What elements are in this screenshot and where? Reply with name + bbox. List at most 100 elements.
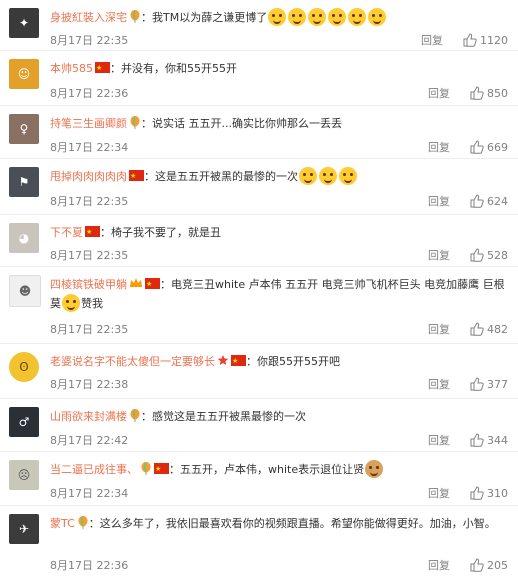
reply-button[interactable]: 回复 — [428, 193, 450, 209]
doge-emoji-icon — [365, 460, 384, 478]
cat-face-emoji-icon — [328, 8, 347, 26]
thumbs-up-icon — [470, 322, 484, 336]
username-link[interactable]: 甩掉肉肉肉肉肉 — [50, 170, 127, 183]
like-button[interactable]: 344 — [470, 433, 508, 447]
thumbs-up-icon — [470, 140, 484, 154]
username-link[interactable]: 四棱镔铁破甲躺 — [50, 278, 127, 291]
china-flag-icon — [95, 59, 110, 78]
comment-line: 持笔三生画卿颜 ：说实话 五五开...确实比你帅那么一丢丢 — [50, 114, 510, 133]
avatar[interactable]: ✦ — [9, 8, 39, 38]
reply-button[interactable]: 回复 — [428, 139, 450, 155]
like-count: 528 — [487, 248, 508, 262]
comment-actions: 回复 624 — [428, 193, 508, 209]
comment-item: ♂ 山雨欲来封满楼 ：感觉这是五五开被黑最惨的一次 8月17日 22:42 回复 … — [0, 398, 518, 450]
timestamp: 8月17日 22:35 — [50, 249, 129, 262]
like-count: 205 — [487, 558, 508, 572]
like-button[interactable]: 482 — [470, 322, 508, 336]
comment-item: ◕ 下不夏 ：椅子我不要了，就是丑 8月17日 22:35 回复 528 — [0, 214, 518, 265]
comment-actions: 回复 310 — [428, 485, 508, 501]
comment-line: 下不夏 ：椅子我不要了，就是丑 — [50, 223, 510, 242]
username-link[interactable]: 老婆说名字不能太傻但一定要够长 — [50, 355, 215, 368]
timestamp: 8月17日 22:35 — [50, 195, 129, 208]
cat-face-emoji-icon — [348, 8, 367, 26]
china-flag-icon — [85, 223, 100, 242]
reply-button[interactable]: 回复 — [421, 32, 443, 48]
cat-face-emoji-icon — [288, 8, 307, 26]
like-count: 850 — [487, 86, 508, 100]
comment-line: 本帅585 ：并没有，你和55开55开 — [50, 59, 510, 78]
like-count: 1120 — [480, 33, 508, 47]
comment-item: ☻ 四棱镔铁破甲躺：电竞三丑white 卢本伟 五五开 电竞三帅飞机杯巨头 电竞… — [0, 266, 518, 342]
avatar[interactable]: ☻ — [9, 275, 41, 307]
reply-button[interactable]: 回复 — [428, 247, 450, 263]
comment-text: ：五五开，卢本伟，white表示退位让贤 — [169, 463, 365, 476]
comment-line: 身披紅裝入深宅 ：我TM以为薛之谦更博了 — [50, 8, 510, 27]
reply-button[interactable]: 回复 — [428, 321, 450, 337]
comment-text: ：椅子我不要了，就是丑 — [100, 226, 221, 239]
comment-text: ：这么多年了，我依旧最喜欢看你的视频跟直播。希望你能做得更好。加油，小智。 — [88, 517, 496, 530]
timestamp: 8月17日 22:42 — [50, 434, 129, 447]
avatar[interactable]: ⚑ — [9, 167, 39, 197]
comment-text: ：这是五五开被黑的最惨的一次 — [144, 170, 298, 183]
comment-actions: 回复 528 — [428, 247, 508, 263]
comment-text: ：感觉这是五五开被黑最惨的一次 — [141, 410, 306, 423]
like-button[interactable]: 528 — [470, 248, 508, 262]
comment-line: 甩掉肉肉肉肉肉 ：这是五五开被黑的最惨的一次 — [50, 167, 510, 186]
reply-button[interactable]: 回复 — [428, 557, 450, 573]
like-count: 482 — [487, 322, 508, 336]
comment-text-continued: 赞我 — [81, 297, 103, 310]
comment-item: ☺ 本帅585 ：并没有，你和55开55开 8月17日 22:36 回复 850 — [0, 50, 518, 104]
avatar[interactable]: ✈ — [9, 514, 39, 544]
reply-button[interactable]: 回复 — [428, 485, 450, 501]
thumbs-up-icon — [463, 33, 477, 47]
like-button[interactable]: 310 — [470, 486, 508, 500]
like-button[interactable]: 205 — [470, 558, 508, 572]
like-button[interactable]: 1120 — [463, 33, 508, 47]
comment-text: ：说实话 五五开...确实比你帅那么一丢丢 — [141, 117, 342, 130]
like-count: 310 — [487, 486, 508, 500]
china-flag-icon — [154, 460, 169, 479]
timestamp: 8月17日 22:34 — [50, 487, 129, 500]
like-count: 624 — [487, 194, 508, 208]
username-link[interactable]: 本帅585 — [50, 62, 93, 75]
timestamp: 8月17日 22:36 — [50, 559, 129, 572]
comment-actions: 回复 482 — [428, 321, 508, 337]
china-flag-icon — [231, 352, 246, 371]
timestamp: 8月17日 22:34 — [50, 141, 129, 154]
avatar[interactable]: ♀ — [9, 114, 39, 144]
like-count: 669 — [487, 140, 508, 154]
avatar[interactable]: ◕ — [9, 223, 39, 253]
username-link[interactable]: 下不夏 — [50, 226, 83, 239]
timestamp: 8月17日 22:38 — [50, 378, 129, 391]
avatar[interactable]: ☺ — [9, 59, 39, 89]
like-button[interactable]: 669 — [470, 140, 508, 154]
username-link[interactable]: 蒙TC — [50, 517, 75, 530]
timestamp: 8月17日 22:36 — [50, 87, 129, 100]
cat-face-emoji-icon — [268, 8, 287, 26]
comment-item: ✈ 蒙TC ：这么多年了，我依旧最喜欢看你的视频跟直播。希望你能做得更好。加油，小… — [0, 505, 518, 580]
reply-button[interactable]: 回复 — [428, 376, 450, 392]
username-link[interactable]: 山雨欲来封满楼 — [50, 410, 127, 423]
comment-item: ⚑ 甩掉肉肉肉肉肉 ：这是五五开被黑的最惨的一次 8月17日 22:35 回复 6… — [0, 158, 518, 213]
comment-actions: 回复 1120 — [421, 32, 508, 48]
like-button[interactable]: 624 — [470, 194, 508, 208]
username-link[interactable]: 身披紅裝入深宅 — [50, 11, 127, 24]
like-button[interactable]: 850 — [470, 86, 508, 100]
like-button[interactable]: 377 — [470, 377, 508, 391]
reply-button[interactable]: 回复 — [428, 432, 450, 448]
timestamp: 8月17日 22:35 — [50, 323, 129, 336]
comment-text: ：并没有，你和55开55开 — [110, 62, 237, 75]
comment-actions: 回复 344 — [428, 432, 508, 448]
username-link[interactable]: 当二逼已成往事、 — [50, 463, 138, 476]
crown-icon — [130, 278, 142, 287]
balloon-icon — [130, 10, 140, 23]
avatar[interactable]: ʘ — [9, 352, 39, 382]
balloon-icon — [141, 462, 151, 475]
comment-line: 当二逼已成往事、 ：五五开，卢本伟，white表示退位让贤 — [50, 460, 510, 479]
reply-button[interactable]: 回复 — [428, 85, 450, 101]
avatar[interactable]: ♂ — [9, 407, 39, 437]
comment-line: 老婆说名字不能太傻但一定要够长 ：你跟55开55开吧 — [50, 352, 510, 371]
comment-actions: 回复 850 — [428, 85, 508, 101]
username-link[interactable]: 持笔三生画卿颜 — [50, 117, 127, 130]
avatar[interactable]: ☹ — [9, 460, 39, 490]
